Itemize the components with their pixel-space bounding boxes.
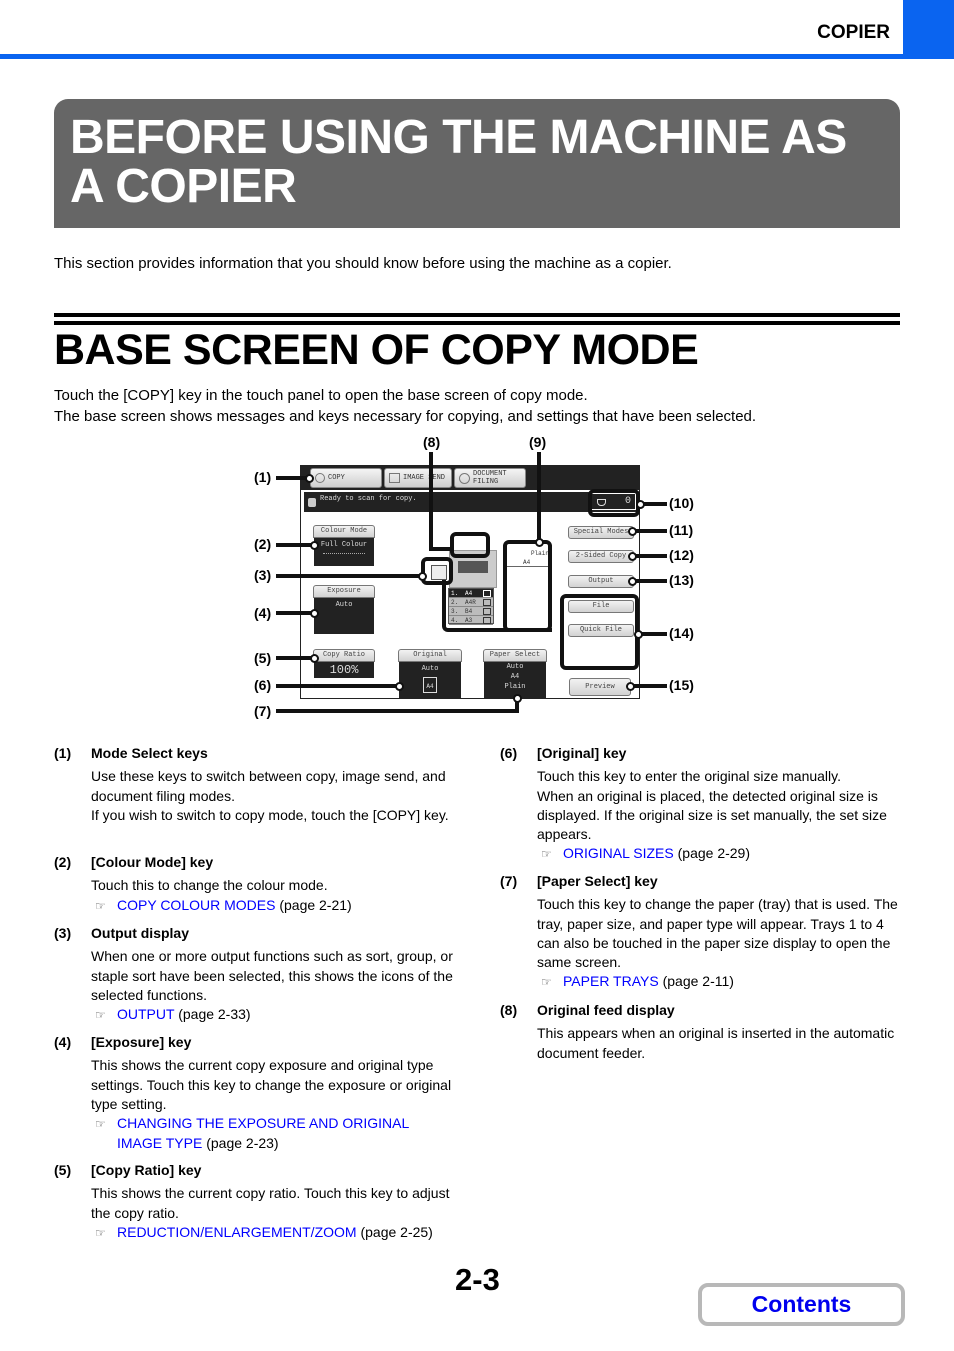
output-function-icon	[431, 565, 447, 580]
reference-hand-icon: ☞	[541, 847, 552, 862]
preview-key[interactable]: Preview	[569, 678, 631, 696]
original-feed-callout	[450, 532, 490, 558]
colour-mode-value: Full Colour	[320, 541, 368, 549]
mode-key-image-send[interactable]: IMAGE SEND	[384, 468, 452, 488]
callout-label: (8)	[423, 434, 441, 450]
reference-link[interactable]: COPY COLOUR MODES	[117, 897, 275, 913]
page-number: 2-3	[455, 1262, 500, 1297]
section-rule-top	[54, 313, 900, 317]
special-modes-key[interactable]: Special Modes	[568, 526, 634, 539]
original-value: Auto	[421, 665, 439, 673]
tray-list-callout	[442, 580, 552, 632]
reference-link[interactable]: PAPER TRAYS	[563, 973, 659, 989]
description-item: (7) [Paper Select] key Touch this key to…	[500, 872, 905, 993]
callout-label: (4)	[254, 605, 272, 621]
mode-bar: COPY IMAGE SEND DOCUMENT FILING	[301, 466, 639, 490]
original-size-icon: A4	[423, 677, 437, 693]
output-key[interactable]: Output	[568, 575, 634, 588]
job-status-callout	[588, 489, 640, 517]
paper-select-key[interactable]: Paper Select	[483, 649, 547, 662]
exposure-value: Auto	[335, 601, 353, 609]
original-value-box[interactable]: Auto A4	[399, 662, 461, 699]
paper-select-value: Auto	[506, 663, 524, 671]
description-item: (3) Output display When one or more outp…	[54, 924, 454, 1025]
paper-select-type: Plain	[504, 683, 526, 691]
callout-label: (13)	[669, 572, 694, 588]
reference-link[interactable]: ORIGINAL SIZES	[563, 845, 674, 861]
two-sided-copy-key[interactable]: 2-Sided Copy	[568, 550, 634, 563]
copy-ratio-key[interactable]: Copy Ratio	[313, 649, 375, 662]
exposure-key[interactable]: Exposure	[313, 585, 375, 598]
section-paragraph: The base screen shows messages and keys …	[54, 408, 757, 425]
description-item: (5) [Copy Ratio] key This shows the curr…	[54, 1161, 454, 1243]
document-filing-icon	[459, 472, 470, 484]
description-item: (2) [Colour Mode] key Touch this to chan…	[54, 853, 454, 916]
section-tag: COPIER	[817, 22, 890, 43]
image-send-icon	[389, 473, 400, 483]
chapter-title: BEFORE USING THE MACHINE AS A COPIER	[70, 111, 847, 213]
section-paragraph: Touch the [COPY] key in the touch panel …	[54, 387, 588, 404]
section-rule-bottom	[54, 321, 900, 325]
mode-key-document-filing[interactable]: DOCUMENT FILING	[454, 468, 526, 488]
callout-label: (9)	[529, 434, 547, 450]
reference-hand-icon: ☞	[95, 1117, 106, 1132]
copy-mode-icon	[315, 473, 325, 483]
status-message: Ready to scan for copy.	[320, 495, 417, 503]
callout-label: (5)	[254, 650, 272, 666]
description-item: (4) [Exposure] key This shows the curren…	[54, 1034, 452, 1152]
original-key[interactable]: Original	[398, 649, 462, 662]
callout-label: (15)	[669, 677, 694, 693]
callout-label: (2)	[254, 536, 272, 552]
callout-label: (10)	[669, 495, 694, 511]
reference-hand-icon: ☞	[95, 898, 106, 913]
description-item: (6) [Original] key Touch this key to ent…	[500, 744, 905, 865]
callout-label: (3)	[254, 567, 272, 583]
description-item: (1) Mode Select keys Use these keys to s…	[54, 745, 449, 823]
callout-label: (7)	[254, 703, 272, 719]
reference-link[interactable]: REDUCTION/ENLARGEMENT/ZOOM	[117, 1224, 357, 1240]
file-keys-callout	[560, 594, 639, 670]
paper-select-size: A4	[510, 673, 520, 681]
copy-ratio-value[interactable]: 100%	[314, 662, 374, 678]
callout-label: (11)	[669, 522, 694, 538]
header-rule	[0, 54, 954, 59]
colour-level-indicator	[323, 553, 365, 554]
callout-label: (1)	[254, 469, 272, 485]
section-title: BASE SCREEN OF COPY MODE	[54, 326, 699, 374]
callout-label: (12)	[669, 547, 694, 563]
contents-button[interactable]: Contents	[698, 1283, 905, 1326]
reference-hand-icon: ☞	[541, 975, 552, 990]
reference-hand-icon: ☞	[95, 1225, 106, 1240]
description-item: (8) Original feed display This appears w…	[500, 1002, 895, 1061]
colour-mode-value-box[interactable]: Full Colour	[314, 538, 374, 566]
status-icon	[308, 498, 316, 507]
colour-mode-key[interactable]: Colour Mode	[313, 525, 375, 538]
chapter-intro: This section provides information that y…	[54, 255, 672, 272]
reference-link[interactable]: OUTPUT	[117, 1006, 174, 1022]
reference-hand-icon: ☞	[95, 1008, 106, 1023]
mode-key-copy[interactable]: COPY	[310, 468, 382, 488]
callout-label: (14)	[669, 625, 694, 641]
callout-label: (6)	[254, 677, 272, 693]
header-tab	[903, 0, 954, 59]
exposure-value-box[interactable]: Auto	[314, 598, 374, 634]
chapter-title-banner: BEFORE USING THE MACHINE AS A COPIER	[54, 99, 900, 228]
